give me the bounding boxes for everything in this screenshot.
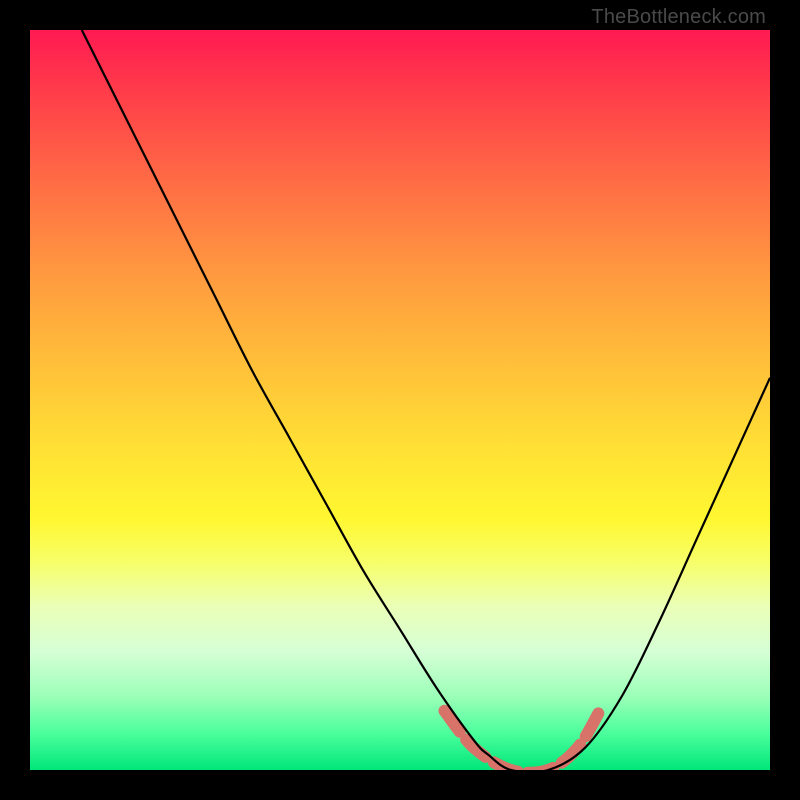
chart-frame: TheBottleneck.com xyxy=(0,0,800,800)
attribution-text: TheBottleneck.com xyxy=(591,6,766,29)
plot-area xyxy=(30,30,770,770)
optimal-range-marker xyxy=(444,711,599,770)
curve-svg xyxy=(30,30,770,770)
bottleneck-curve xyxy=(82,30,770,770)
